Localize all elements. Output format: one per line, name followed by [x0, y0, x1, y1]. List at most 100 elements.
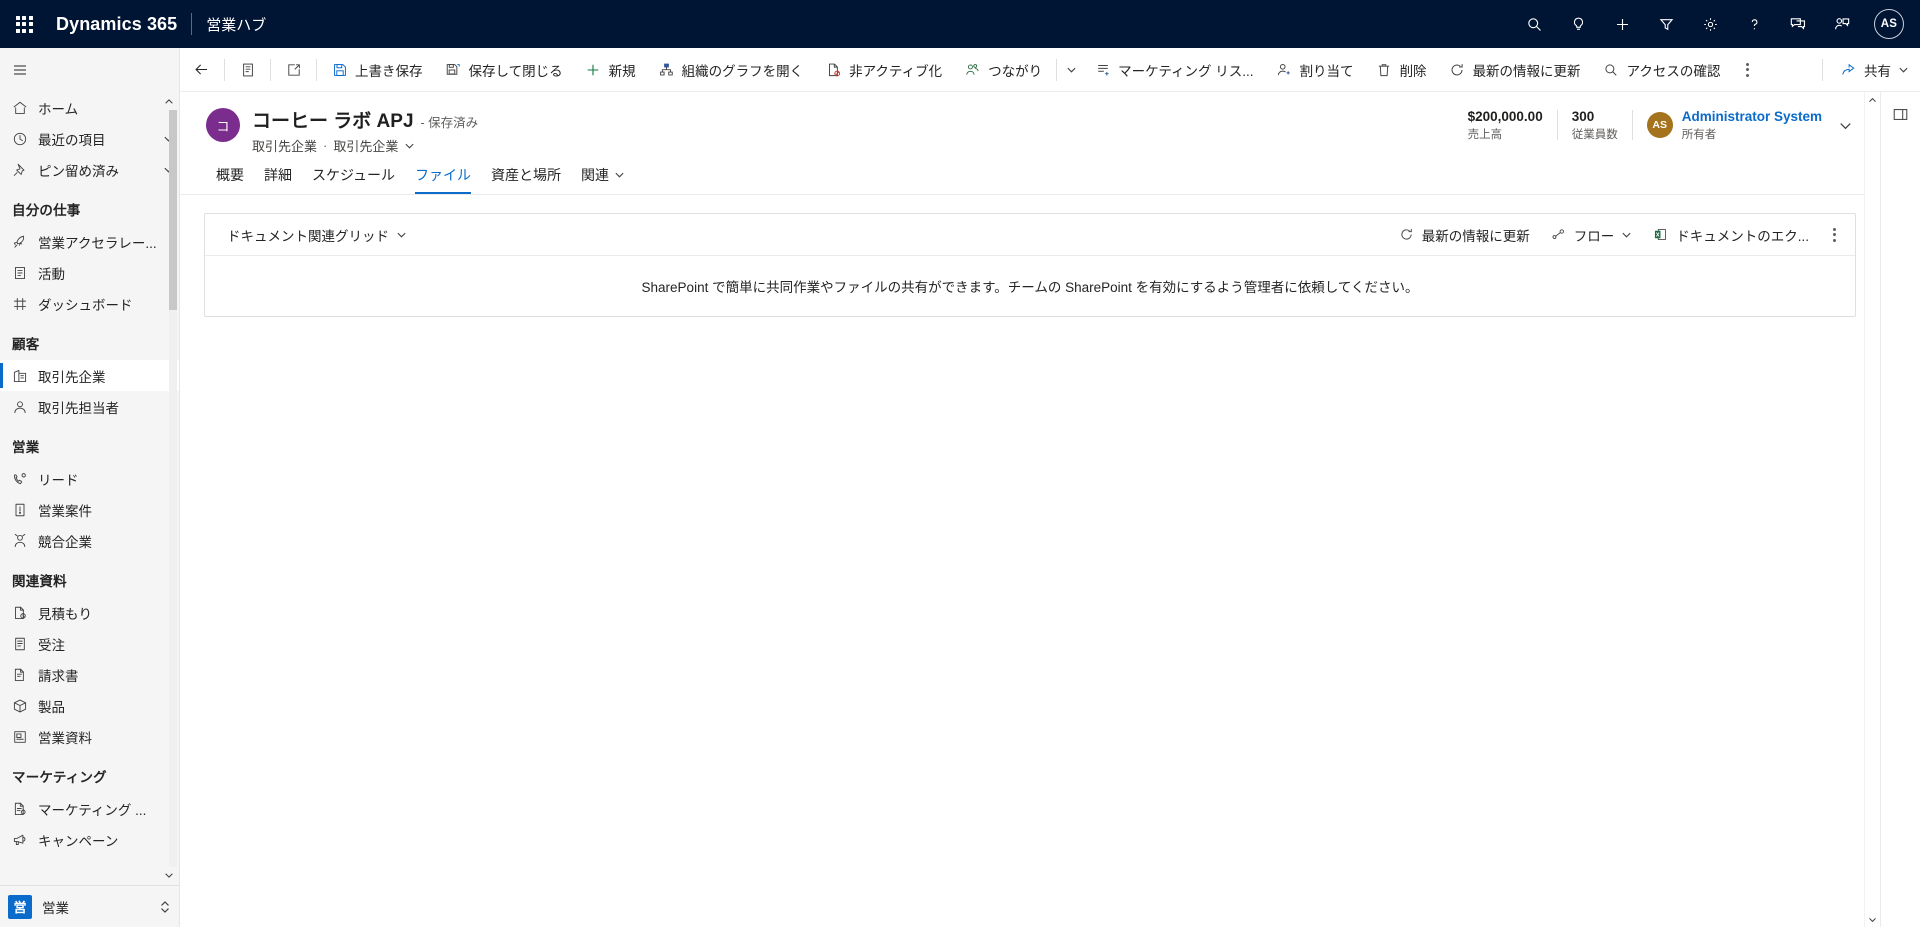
app-launcher-button[interactable] [0, 0, 48, 48]
sidebar-scroll-down-button[interactable] [161, 867, 177, 883]
quick-create-button[interactable] [1600, 0, 1644, 48]
user-avatar-button[interactable]: AS [1864, 0, 1914, 48]
assistant-button[interactable] [1820, 0, 1864, 48]
order-icon-wrap [12, 636, 38, 652]
sidebar-item-order[interactable]: 受注 [0, 628, 179, 659]
owner-name-link[interactable]: Administrator System [1682, 109, 1822, 124]
dashboard-icon-wrap [12, 296, 38, 312]
app-switcher-button[interactable]: 営 営業 [0, 885, 179, 927]
excel-icon [1652, 227, 1669, 242]
documents-grid-card: ドキュメント関連グリッド 最新の情報に更新 フロー ドキュメントのエク... S… [204, 213, 1856, 317]
quick-create-icon [1616, 18, 1628, 30]
save-and-close-button[interactable]: 保存して閉じる [434, 48, 574, 92]
settings-button[interactable] [1688, 0, 1732, 48]
open-org-chart-button[interactable]: 組織のグラフを開く [647, 48, 815, 92]
home-icon-wrap [12, 100, 38, 116]
share-button[interactable]: 共有 [1829, 48, 1920, 92]
command-overflow-button[interactable] [1731, 48, 1763, 92]
save-button[interactable]: 上書き保存 [320, 48, 434, 92]
refresh-button[interactable]: 最新の情報に更新 [1438, 48, 1592, 92]
sidebar-item-activity[interactable]: 活動 [0, 257, 179, 288]
sidebar-item-dashboard[interactable]: ダッシュボード [0, 288, 179, 319]
search-button[interactable] [1512, 0, 1556, 48]
insights-button[interactable] [1556, 0, 1600, 48]
tab-4[interactable]: 資産と場所 [481, 155, 571, 194]
sidebar-item-competitor[interactable]: 競合企業 [0, 525, 179, 556]
chevron-down-icon[interactable] [404, 140, 415, 151]
grid-refresh-button[interactable]: 最新の情報に更新 [1388, 218, 1540, 252]
command-bar: 上書き保存 保存して閉じる 新規 組織のグラフを開く 非アクティブ化 つながり … [180, 48, 1920, 92]
main-scroll-up-button[interactable] [1865, 92, 1881, 108]
refresh-icon [1398, 227, 1415, 242]
help-button[interactable] [1732, 0, 1776, 48]
new-button[interactable]: 新規 [574, 48, 647, 92]
grid-flow-button[interactable]: フロー [1540, 218, 1643, 252]
tab-1[interactable]: 詳細 [254, 155, 302, 194]
grid-view-selector[interactable]: ドキュメント関連グリッド [219, 219, 415, 251]
sidebar-item-account[interactable]: 取引先企業 [0, 360, 179, 391]
connections-dropdown-button[interactable] [1060, 48, 1083, 92]
assign-button[interactable]: 割り当て [1265, 48, 1365, 92]
sidebar-item-contact[interactable]: 取引先担当者 [0, 391, 179, 422]
breadcrumb-separator: · [323, 138, 328, 153]
feedback-button[interactable] [1776, 0, 1820, 48]
sidebar-item-pin[interactable]: ピン留め済み [0, 154, 179, 185]
main-content: 上書き保存 保存して閉じる 新規 組織のグラフを開く 非アクティブ化 つながり … [180, 48, 1920, 927]
export-documents-button[interactable]: ドキュメントのエク... [1642, 218, 1819, 252]
sidebar-item-label: ダッシュボード [38, 297, 133, 313]
sidebar-item-clock[interactable]: 最近の項目 [0, 123, 179, 154]
share-label: 共有 [1864, 63, 1891, 79]
marketing-list-button[interactable]: マーケティング リス... [1083, 48, 1264, 92]
main-scroll-track[interactable] [1865, 108, 1881, 911]
marketing-list-icon [14, 802, 26, 815]
side-panel-button[interactable] [1885, 98, 1917, 130]
check-access-button[interactable]: アクセスの確認 [1592, 48, 1732, 92]
tab-5[interactable]: 関連 [571, 155, 635, 194]
main-scrollbar[interactable] [1864, 92, 1880, 927]
sidebar-scroll-up-button[interactable] [161, 94, 177, 110]
grid-toolbar: ドキュメント関連グリッド 最新の情報に更新 フロー ドキュメントのエク... [205, 214, 1855, 256]
side-panel-icon [1893, 108, 1908, 120]
sidebar-item-rocket[interactable]: 営業アクセラレー... [0, 226, 179, 257]
form-selector-button[interactable] [228, 48, 267, 92]
sidebar-item-sales-literature[interactable]: 営業資料 [0, 721, 179, 752]
grid-overflow-button[interactable] [1819, 218, 1849, 252]
sidebar-item-marketing-list[interactable]: マーケティング ... [0, 793, 179, 824]
plus-icon [585, 62, 602, 78]
sidebar-scrollbar-thumb[interactable] [169, 110, 177, 310]
sidebar-item-opportunity[interactable]: 営業案件 [0, 494, 179, 525]
sidebar-item-invoice[interactable]: 請求書 [0, 659, 179, 690]
sidebar-item-lead[interactable]: リード [0, 463, 179, 494]
back-button[interactable] [182, 48, 221, 92]
record-form-name[interactable]: 取引先企業 [333, 136, 398, 155]
sidebar-item-label: 最近の項目 [38, 132, 106, 148]
app-name-label[interactable]: 営業ハブ [192, 14, 280, 35]
quote-icon-wrap [12, 605, 38, 621]
sitemap-toggle-button[interactable] [0, 48, 179, 92]
sidebar-item-home[interactable]: ホーム [0, 92, 179, 123]
deactivate-button[interactable]: 非アクティブ化 [814, 48, 953, 92]
delete-button[interactable]: 削除 [1365, 48, 1438, 92]
app-switcher-label: 営業 [42, 900, 69, 916]
tab-2[interactable]: スケジュール [302, 155, 405, 194]
connections-button[interactable]: つながり [953, 48, 1053, 92]
tab-3[interactable]: ファイル [405, 155, 481, 194]
save-icon [331, 62, 348, 78]
sidebar-item-quote[interactable]: 見積もり [0, 597, 179, 628]
sidebar-group-title: マーケティング [12, 770, 107, 785]
sidebar-item-label: ホーム [38, 101, 79, 117]
filter-button[interactable] [1644, 0, 1688, 48]
sidebar-item-campaign[interactable]: キャンペーン [0, 824, 179, 855]
feedback-chat-icon [1790, 18, 1806, 30]
record-header-expand-button[interactable] [1828, 108, 1862, 142]
brand-title[interactable]: Dynamics 365 [48, 14, 191, 35]
main-scroll-down-button[interactable] [1865, 911, 1881, 927]
opportunity-icon [15, 503, 25, 516]
sidebar-item-product-box[interactable]: 製品 [0, 690, 179, 721]
competitor-icon [14, 533, 26, 547]
record-header: コ コーヒー ラボ APJ - 保存済み 取引先企業 · 取引先企業 $200,… [180, 92, 1880, 155]
popout-button[interactable] [274, 48, 313, 92]
deactivate-icon [825, 62, 842, 78]
command-divider [224, 58, 225, 81]
tab-0[interactable]: 概要 [206, 155, 254, 194]
